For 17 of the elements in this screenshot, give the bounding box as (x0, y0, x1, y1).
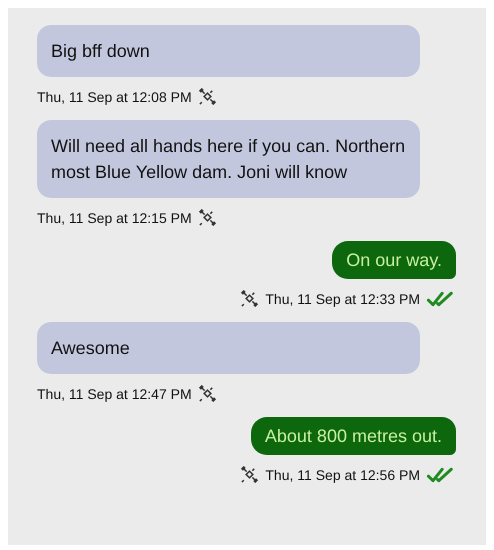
timestamp: Thu, 11 Sep at 12:33 PM (265, 290, 420, 306)
timestamp: Thu, 11 Sep at 12:08 PM (37, 88, 192, 104)
message-bubble: On our way. (332, 241, 456, 279)
message-bubble: Awesome (37, 322, 420, 374)
double-check-icon (426, 290, 456, 306)
satellite-icon (198, 208, 217, 227)
message-bubble: Will need all hands here if you can. Northern most Blue Yellow dam. Joni will know (37, 120, 420, 198)
message-bubble: About 800 metres out. (250, 417, 456, 455)
timestamp: Thu, 11 Sep at 12:15 PM (37, 210, 192, 226)
message-bubble: Big bff down (37, 25, 420, 77)
satellite-icon (198, 384, 217, 403)
satellite-icon (240, 465, 260, 484)
double-check-icon (426, 466, 456, 482)
satellite-icon (240, 289, 260, 308)
timestamp: Thu, 11 Sep at 12:47 PM (37, 386, 192, 402)
satellite-icon (198, 87, 217, 106)
timestamp: Thu, 11 Sep at 12:56 PM (265, 466, 420, 482)
